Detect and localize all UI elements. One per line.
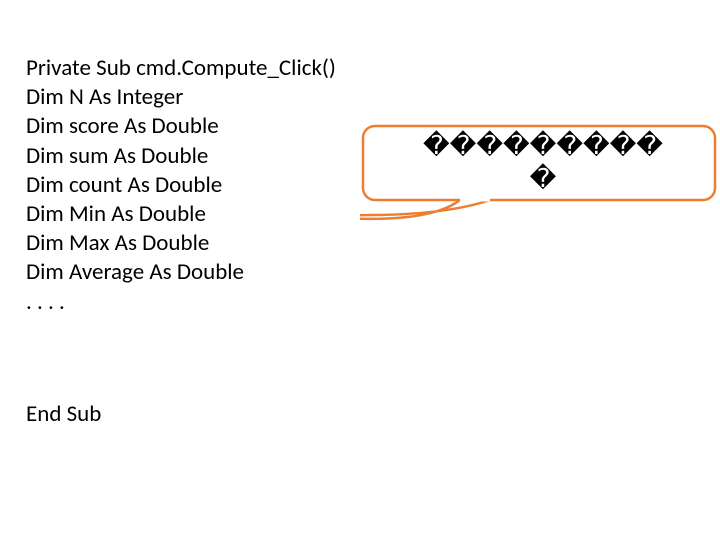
callout: ��������� � (360, 123, 720, 238)
code-line-1: Private Sub cmd.Compute_Click() (26, 54, 336, 83)
code-line-6: Dim Min As Double (26, 200, 336, 229)
code-line-8: Dim Average As Double (26, 258, 336, 287)
code-line-7: Dim Max As Double (26, 229, 336, 258)
code-block: Private Sub cmd.Compute_Click() Dim N As… (26, 54, 336, 317)
code-line-5: Dim count As Double (26, 171, 336, 200)
callout-line2: � (368, 162, 718, 195)
callout-line1: ��������� (423, 130, 663, 160)
slide: Private Sub cmd.Compute_Click() Dim N As… (0, 0, 720, 540)
code-end-sub: End Sub (26, 400, 101, 428)
code-line-4: Dim sum As Double (26, 142, 336, 171)
code-line-3: Dim score As Double (26, 112, 336, 141)
code-line-9: . . . . (26, 288, 336, 317)
callout-text: ��������� � (368, 129, 718, 194)
code-line-2: Dim N As Integer (26, 83, 336, 112)
